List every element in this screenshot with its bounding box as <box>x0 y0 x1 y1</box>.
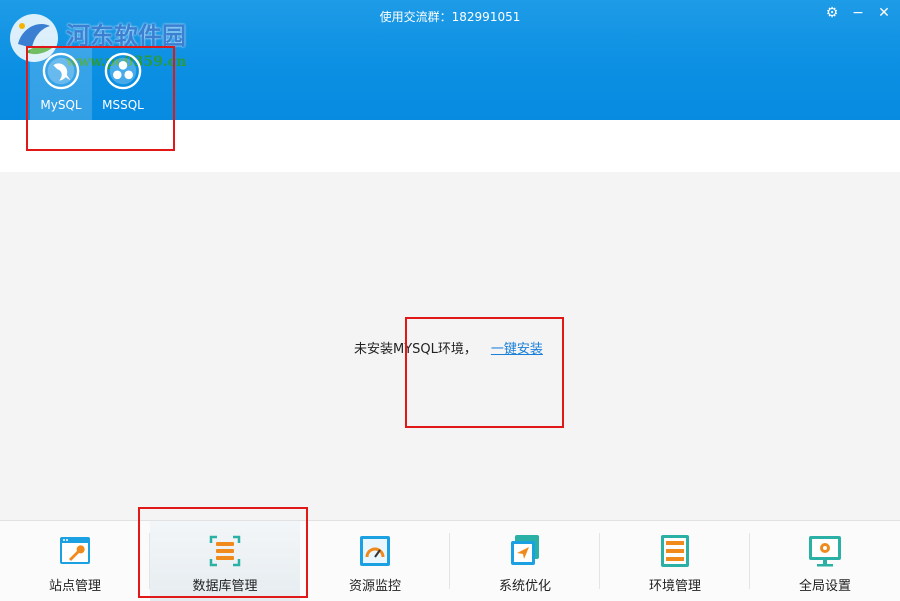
nav-site-label: 站点管理 <box>48 579 101 594</box>
app-header: 河东软件园 www.pc0359.cn 使用交流群：182991051 ⚙ − … <box>0 0 900 120</box>
nav-monitor-label: 资源监控 <box>348 579 401 594</box>
nav-system-optimize[interactable]: 系统优化 <box>450 521 600 601</box>
optimize-arrow-icon <box>511 535 539 565</box>
mssql-icon <box>104 52 142 90</box>
mysql-not-installed-notice: 未安装MYSQL环境， 一键安装 <box>354 338 543 357</box>
tab-mysql-label: MySQL <box>40 98 82 112</box>
nav-environment-label: 环境管理 <box>648 579 701 594</box>
nav-database-label: 数据库管理 <box>192 579 258 594</box>
nav-database-management[interactable]: 数据库管理 <box>150 521 300 601</box>
monitor-gear-icon <box>809 536 841 567</box>
one-click-install-link[interactable]: 一键安装 <box>491 342 543 357</box>
group-number-text: 使用交流群：182991051 <box>379 10 521 24</box>
main-content: 未安装MYSQL环境， 一键安装 <box>0 172 900 520</box>
nav-environment-management[interactable]: 环境管理 <box>600 521 750 601</box>
bottom-navigation: 站点管理 数据库管理 资源监控 系统优化 环境管理 全局设置 <box>0 520 900 601</box>
settings-icon[interactable]: ⚙ <box>824 5 840 21</box>
window-controls: ⚙ − ✕ <box>824 5 892 21</box>
tab-mysql[interactable]: MySQL <box>30 48 92 120</box>
close-icon[interactable]: ✕ <box>876 5 892 21</box>
toolbar-strip <box>0 120 900 172</box>
tab-mssql[interactable]: MSSQL <box>92 48 154 120</box>
gauge-icon <box>360 536 390 566</box>
database-icon <box>209 535 241 567</box>
server-rack-icon <box>661 535 689 567</box>
nav-resource-monitor[interactable]: 资源监控 <box>300 521 450 601</box>
nav-site-management[interactable]: 站点管理 <box>0 521 150 601</box>
notice-text: 未安装MYSQL环境， <box>354 342 477 357</box>
mysql-dolphin-icon <box>42 52 80 90</box>
nav-global-settings[interactable]: 全局设置 <box>750 521 900 601</box>
site-wrench-icon <box>60 537 90 564</box>
database-type-tabs: MySQL MSSQL <box>30 48 154 120</box>
tab-mssql-label: MSSQL <box>102 98 144 112</box>
minimize-icon[interactable]: − <box>850 5 866 21</box>
nav-optimize-label: 系统优化 <box>498 579 551 594</box>
nav-settings-label: 全局设置 <box>798 579 851 594</box>
